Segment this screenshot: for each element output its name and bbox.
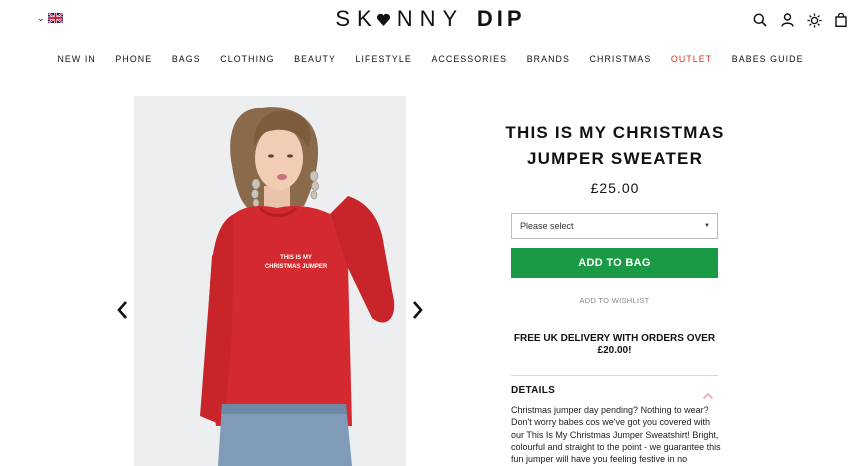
search-icon[interactable] — [752, 11, 768, 29]
size-select-value: Please select — [520, 221, 574, 231]
delivery-banner: FREE UK DELIVERY WITH ORDERS OVER £20.00… — [513, 333, 716, 356]
nav-item-christmas[interactable]: CHRISTMAS — [580, 54, 661, 64]
add-to-wishlist-link[interactable]: ADD TO WISHLIST — [511, 296, 718, 305]
nav-item-lifestyle[interactable]: LIFESTYLE — [346, 54, 422, 64]
site-logo[interactable]: SK NNY DIP — [0, 6, 861, 32]
logo-heart-icon — [376, 13, 390, 26]
sweater-print-line1: THIS IS MY — [280, 255, 312, 261]
arrow-right-icon[interactable] — [410, 298, 426, 322]
caret-down-icon: ▼ — [704, 223, 710, 229]
model-illustration: THIS IS MY CHRISTMAS JUMPER — [134, 96, 406, 466]
sun-icon[interactable] — [806, 11, 822, 29]
arrow-left-icon[interactable] — [114, 298, 130, 322]
site-header: ⌄ SK NNY DIP — [0, 0, 861, 44]
chevron-up-icon[interactable] — [702, 388, 714, 400]
nav-item-new-in[interactable]: NEW IN — [48, 54, 106, 64]
logo-text-bold: DIP — [476, 6, 526, 31]
divider — [511, 375, 718, 376]
nav-item-brands[interactable]: BRANDS — [517, 54, 580, 64]
sweater-print-line2: CHRISTMAS JUMPER — [265, 264, 328, 270]
product-price: £25.00 — [590, 180, 640, 196]
logo-text-mid: NNY — [396, 6, 464, 31]
main-nav: NEW IN PHONE BAGS CLOTHING BEAUTY LIFEST… — [0, 54, 861, 64]
product-title: THIS IS MY CHRISTMAS JUMPER SWEATER — [505, 123, 725, 168]
details-heading[interactable]: DETAILS — [511, 385, 555, 396]
product-image: THIS IS MY CHRISTMAS JUMPER — [134, 96, 406, 466]
user-icon[interactable] — [779, 11, 795, 29]
nav-item-babes-guide[interactable]: BABES GUIDE — [722, 54, 813, 64]
logo-text-start: SK — [335, 6, 379, 31]
nav-item-clothing[interactable]: CLOTHING — [210, 54, 284, 64]
nav-item-accessories[interactable]: ACCESSORIES — [422, 54, 517, 64]
bag-icon[interactable] — [833, 11, 849, 29]
nav-item-phone[interactable]: PHONE — [106, 54, 162, 64]
size-select[interactable]: Please select ▼ — [511, 213, 718, 239]
nav-item-beauty[interactable]: BEAUTY — [284, 54, 345, 64]
add-to-bag-button[interactable]: ADD TO BAG — [511, 248, 718, 278]
nav-item-bags[interactable]: BAGS — [162, 54, 210, 64]
details-description: Christmas jumper day pending? Nothing to… — [511, 405, 721, 465]
header-icons — [752, 11, 849, 29]
nav-item-outlet[interactable]: OUTLET — [661, 54, 722, 64]
